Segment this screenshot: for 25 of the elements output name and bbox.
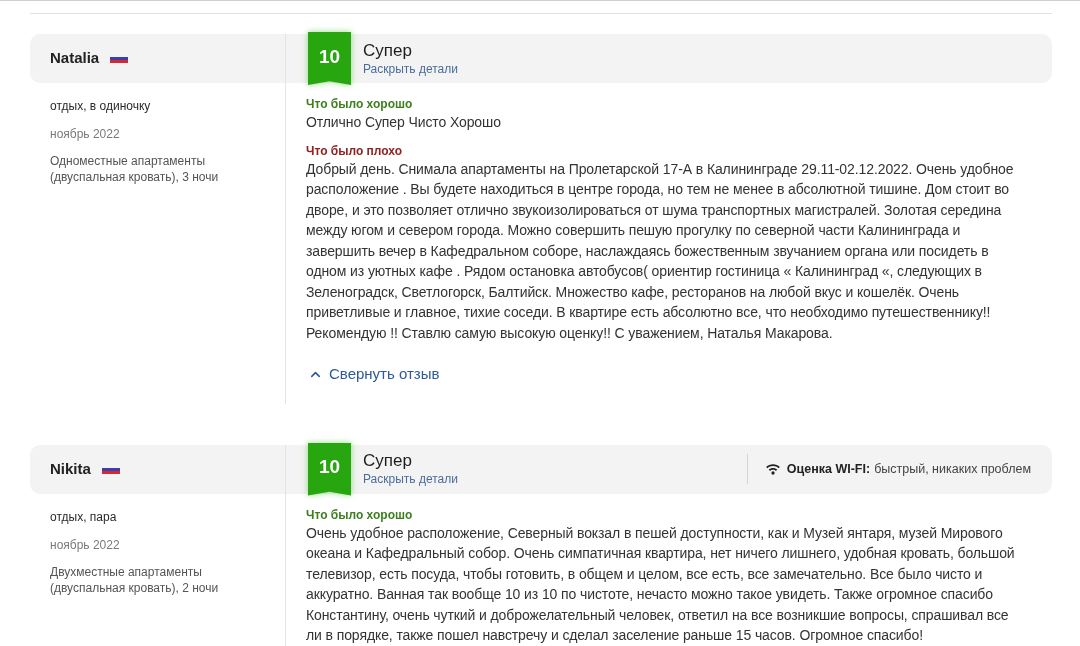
reviewer-name: Nikita	[50, 458, 91, 479]
review-text: Очень удобное расположение, Северный вокзал в пешей доступности, как и Музей янтаря, музей Мирового океана и Кафедральный собор. Очень симпатичная квартира, нет ничего лишнего, удобная кровать, большой телевизор, есть посуда, чтобы готовить, в общем и целом, все есть, все замечательно. Все было чисто и аккуратно. Ванная так вообще 10 из 10 по чистоте, нечасто можно такое увидеть. Также огромное спасибо Константину, очень чуткий и доброжелательный человек, ответил на все возникшие вопросы, спрашивал все ли в порядке, также пошел навстречу и сделал заселение раньше 15 часов. Огромное спасибо!	[306, 523, 1016, 645]
reviewer-name: Natalia	[50, 48, 100, 69]
collapse-review-button[interactable]: Свернуть отзыв	[306, 363, 440, 386]
stay-date: ноябрь 2022	[50, 536, 121, 553]
rating-score: 10	[308, 32, 351, 85]
section-heading: Что было плохо	[306, 143, 404, 159]
review-text: Отлично Супер Чисто Хорошо	[306, 113, 502, 132]
wifi-icon	[765, 463, 780, 475]
stay-date: ноябрь 2022	[50, 126, 121, 142]
section-heading: Что было хорошо	[306, 507, 414, 523]
wifi-label: Оценка WI-FI:	[786, 460, 871, 478]
room-type: Двухместные апартаменты (двуспальная кровать), 2 ночи	[50, 563, 220, 596]
trip-type: отдых, пара	[50, 508, 118, 525]
details-link[interactable]: Раскрыть детали	[363, 471, 458, 487]
trip-type: отдых, в одиночку	[50, 98, 152, 114]
section-heading: Что было хорошо	[306, 97, 414, 112]
wifi-value: быстрый, никаких проблем	[874, 460, 1031, 478]
review-text: Добрый день. Снимала апартаменты на Пролетарской 17-А в Калининграде 29.11-02.12.2022. Очень удобное расположение . Вы будете находиться в центре города, но тем не менее в абсолютной тишине. Дом стоит во дворе, и это позволяет отлично звукоизолироваться от шума транспортных магистралей. Золотая середина между югом и севером города. Можно совершить пешую прогулку по северной части Калининграда и завершить вечер в Кафедральном соборе, наслаждаясь божественным звучанием органа или посидеть в одном из уютных кафе . Рядом остановка автобусов( ориентир гостиница « Калининград «, следующих в Зеленоградск, Светлогорск, Балтийск. Множество кафе, ресторанов на любой вкус и кошелёк. Очень приветливые и главное, тихие соседи. В квартире есть абсолютно все, что необходимо путешественнику!! Рекомендую !! Ставлю самую высокую оценку!! С уважением, Наталья Макарова.	[306, 159, 1015, 343]
flag-icon	[110, 54, 129, 63]
rating-label: Супер	[363, 40, 413, 61]
rating-score: 10	[308, 442, 351, 496]
room-type: Одноместные апартаменты (двуспальная кровать), 3 ночи	[50, 153, 220, 185]
rating-label: Супер	[363, 451, 413, 471]
details-link[interactable]: Раскрыть детали	[363, 60, 458, 77]
